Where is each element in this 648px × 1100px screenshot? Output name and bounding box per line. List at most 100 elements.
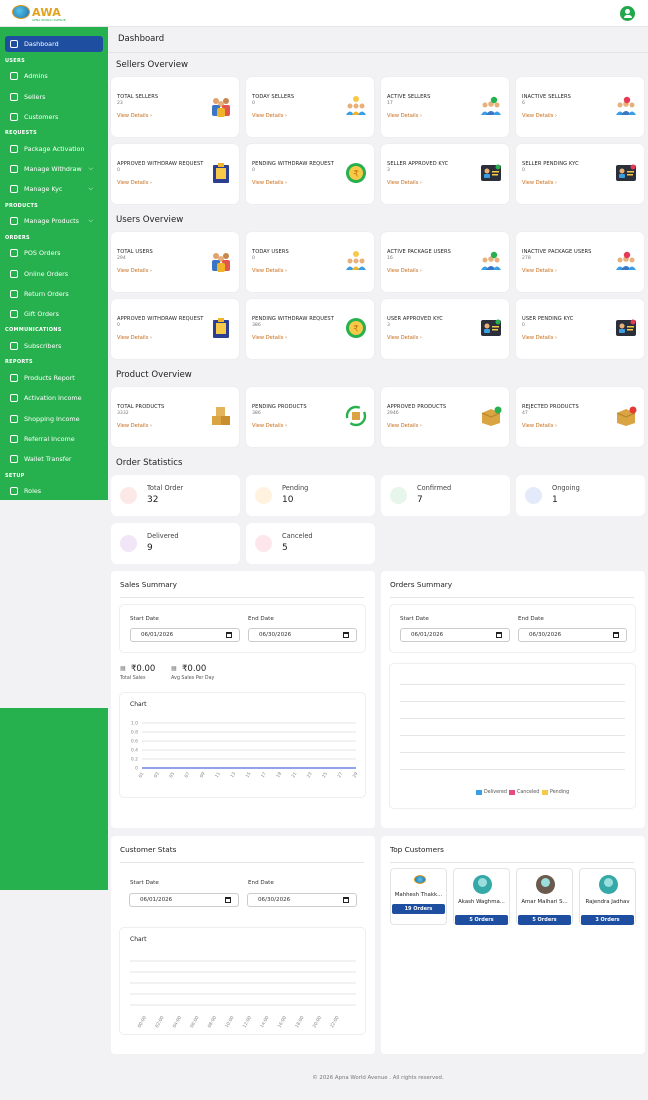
start-date-input[interactable]: 06/01/2026 [129,893,239,907]
total-sales-label: Total Sales [120,676,146,681]
end-date-input[interactable]: 06/30/2026 [247,893,357,907]
view-details-label: View Details [387,335,419,341]
view-details-link[interactable]: View Details › [252,423,287,429]
end-date-input[interactable]: 06/30/2026 [518,628,627,642]
sidebar-item-label: Manage Withdraw [24,165,82,173]
legend-swatch [476,790,482,795]
start-date-label: Start Date [400,616,429,622]
ongoing-order-stat[interactable]: Ongoing 1 [516,475,645,516]
view-details-link[interactable]: View Details › [387,335,422,341]
grid-line [400,769,625,770]
start-date-input[interactable]: 06/01/2026 [130,628,240,642]
view-details-link[interactable]: View Details › [252,335,287,341]
view-details-link[interactable]: View Details › [522,335,557,341]
view-details-link[interactable]: View Details › [387,268,422,274]
view-details-link[interactable]: View Details › [522,180,557,186]
sidebar-item-admins[interactable]: Admins [5,68,103,84]
view-details-link[interactable]: View Details › [252,113,287,119]
canceled-order-stat[interactable]: Canceled 5 [246,523,375,564]
legend-delivered[interactable]: Delivered [476,790,507,795]
sidebar-item-wallet-transfer[interactable]: Wallet Transfer [5,451,103,467]
view-details-label: View Details [522,335,554,341]
sidebar-item-gift-orders[interactable]: Gift Orders [5,306,103,322]
view-details-link[interactable]: View Details › [522,113,557,119]
sidebar-item-dashboard[interactable]: Dashboard [5,36,103,52]
y-tick-label: 1.0 [131,721,138,727]
sidebar-item-roles[interactable]: Roles [5,483,103,499]
view-details-link[interactable]: View Details › [522,423,557,429]
view-details-link[interactable]: View Details › [252,180,287,186]
sales-line-chart: 1.0 0.8 0.6 0.4 0.2 001 03 05 07 09 11 13 15 17 19 21 23… [131,721,360,780]
legend-canceled[interactable]: Canceled [509,790,539,795]
sidebar-item-customers[interactable]: Customers [5,109,103,125]
view-details-link[interactable]: View Details › [117,113,152,119]
total-sales-icon: ▦ [120,665,126,672]
user-avatar-icon[interactable] [620,6,635,21]
end-date-value: 06/30/2026 [529,632,562,638]
sidebar-item-package-activation[interactable]: Package Activation [5,141,103,157]
x-tick-label: 01 [138,771,146,779]
customer-name: Amar Malhari S... [521,899,568,905]
user-pending-withdraw-card: PENDING WITHDRAW REQUEST 386 View Detail… [246,299,374,359]
brand-tagline: APNA WORLD AVENUE [32,18,66,22]
card-label: TODAY USERS [252,249,289,255]
start-date-input[interactable]: 06/01/2026 [400,628,510,642]
view-details-label: View Details [522,113,554,119]
sidebar-item-activation-income[interactable]: Activation Income [5,390,103,406]
sidebar-item-sellers[interactable]: Sellers [5,89,103,105]
top-customer-card[interactable]: Amar Malhari S... 5 Orders [516,868,573,925]
top-customer-card[interactable]: Mahhesh Thakk... 19 Orders [390,868,447,925]
view-details-label: View Details [117,180,149,186]
delivered-order-stat[interactable]: Delivered 9 [111,523,240,564]
sidebar-item-manage-products[interactable]: Manage Products ⌵ [5,213,103,229]
view-details-link[interactable]: View Details › [387,113,422,119]
grid-line [400,752,625,753]
customer-avatar [599,875,618,894]
sidebar-item-return-orders[interactable]: Return Orders [5,286,103,302]
card-value: 3 [387,168,390,173]
view-details-link[interactable]: View Details › [522,268,557,274]
sidebar-item-shopping-income[interactable]: Shopping Income [5,411,103,427]
card-value: 3 [387,323,390,328]
view-details-label: View Details [387,423,419,429]
top-customer-card[interactable]: Akash Waghma... 5 Orders [453,868,510,925]
sidebar-background [0,708,108,890]
sidebar-item-label: Gift Orders [24,310,59,318]
id-card-pending-icon [616,164,636,181]
x-tick-label: 27 [336,771,344,779]
start-date-value: 06/01/2026 [411,632,444,638]
online-orders-icon [10,270,18,278]
view-details-link[interactable]: View Details › [387,180,422,186]
sidebar-item-pos-orders[interactable]: POS Orders [5,245,103,261]
stat-label: Total Order [147,484,184,492]
end-date-input[interactable]: 06/30/2026 [248,628,357,642]
card-value: 0 [117,168,120,173]
view-details-link[interactable]: View Details › [252,268,287,274]
idea-people-icon [346,96,366,115]
sidebar-item-subscribers[interactable]: Subscribers [5,338,103,354]
sidebar-item-referral-income[interactable]: Referral Income [5,431,103,447]
card-value: 0 [117,323,120,328]
package-icon [10,145,18,153]
top-customer-card[interactable]: Rajendra Jadhav 3 Orders [579,868,636,925]
view-details-link[interactable]: View Details › [117,335,152,341]
card-value: 0 [252,168,255,173]
confirmed-order-stat[interactable]: Confirmed 7 [381,475,510,516]
sidebar-item-manage-kyc[interactable]: Manage Kyc ⌵ [5,181,103,197]
view-details-link[interactable]: View Details › [117,268,152,274]
legend-pending[interactable]: Pending [542,790,569,795]
brand-logo[interactable]: AWA APNA WORLD AVENUE [12,5,66,22]
sidebar-item-products-report[interactable]: Products Report [5,370,103,386]
customer-orders-badge: 5 Orders [518,915,571,925]
sidebar-item-online-orders[interactable]: Online Orders [5,266,103,282]
view-details-link[interactable]: View Details › [117,423,152,429]
sidebar-item-manage-withdraw[interactable]: Manage Withdraw ⌵ [5,161,103,177]
card-label: TODAY SELLERS [252,94,295,100]
seller-approved-kyc-card: SELLER APPROVED KYC 3 View Details › [381,144,509,204]
view-details-link[interactable]: View Details › [387,423,422,429]
inactive-package-users-card: INACTIVE PACKAGE USERS 278 View Details … [516,232,644,292]
view-details-link[interactable]: View Details › [117,180,152,186]
pending-order-stat[interactable]: Pending 10 [246,475,375,516]
total-order-stat[interactable]: Total Order 32 [111,475,240,516]
total-users-card: TOTAL USERS 294 View Details › [111,232,239,292]
